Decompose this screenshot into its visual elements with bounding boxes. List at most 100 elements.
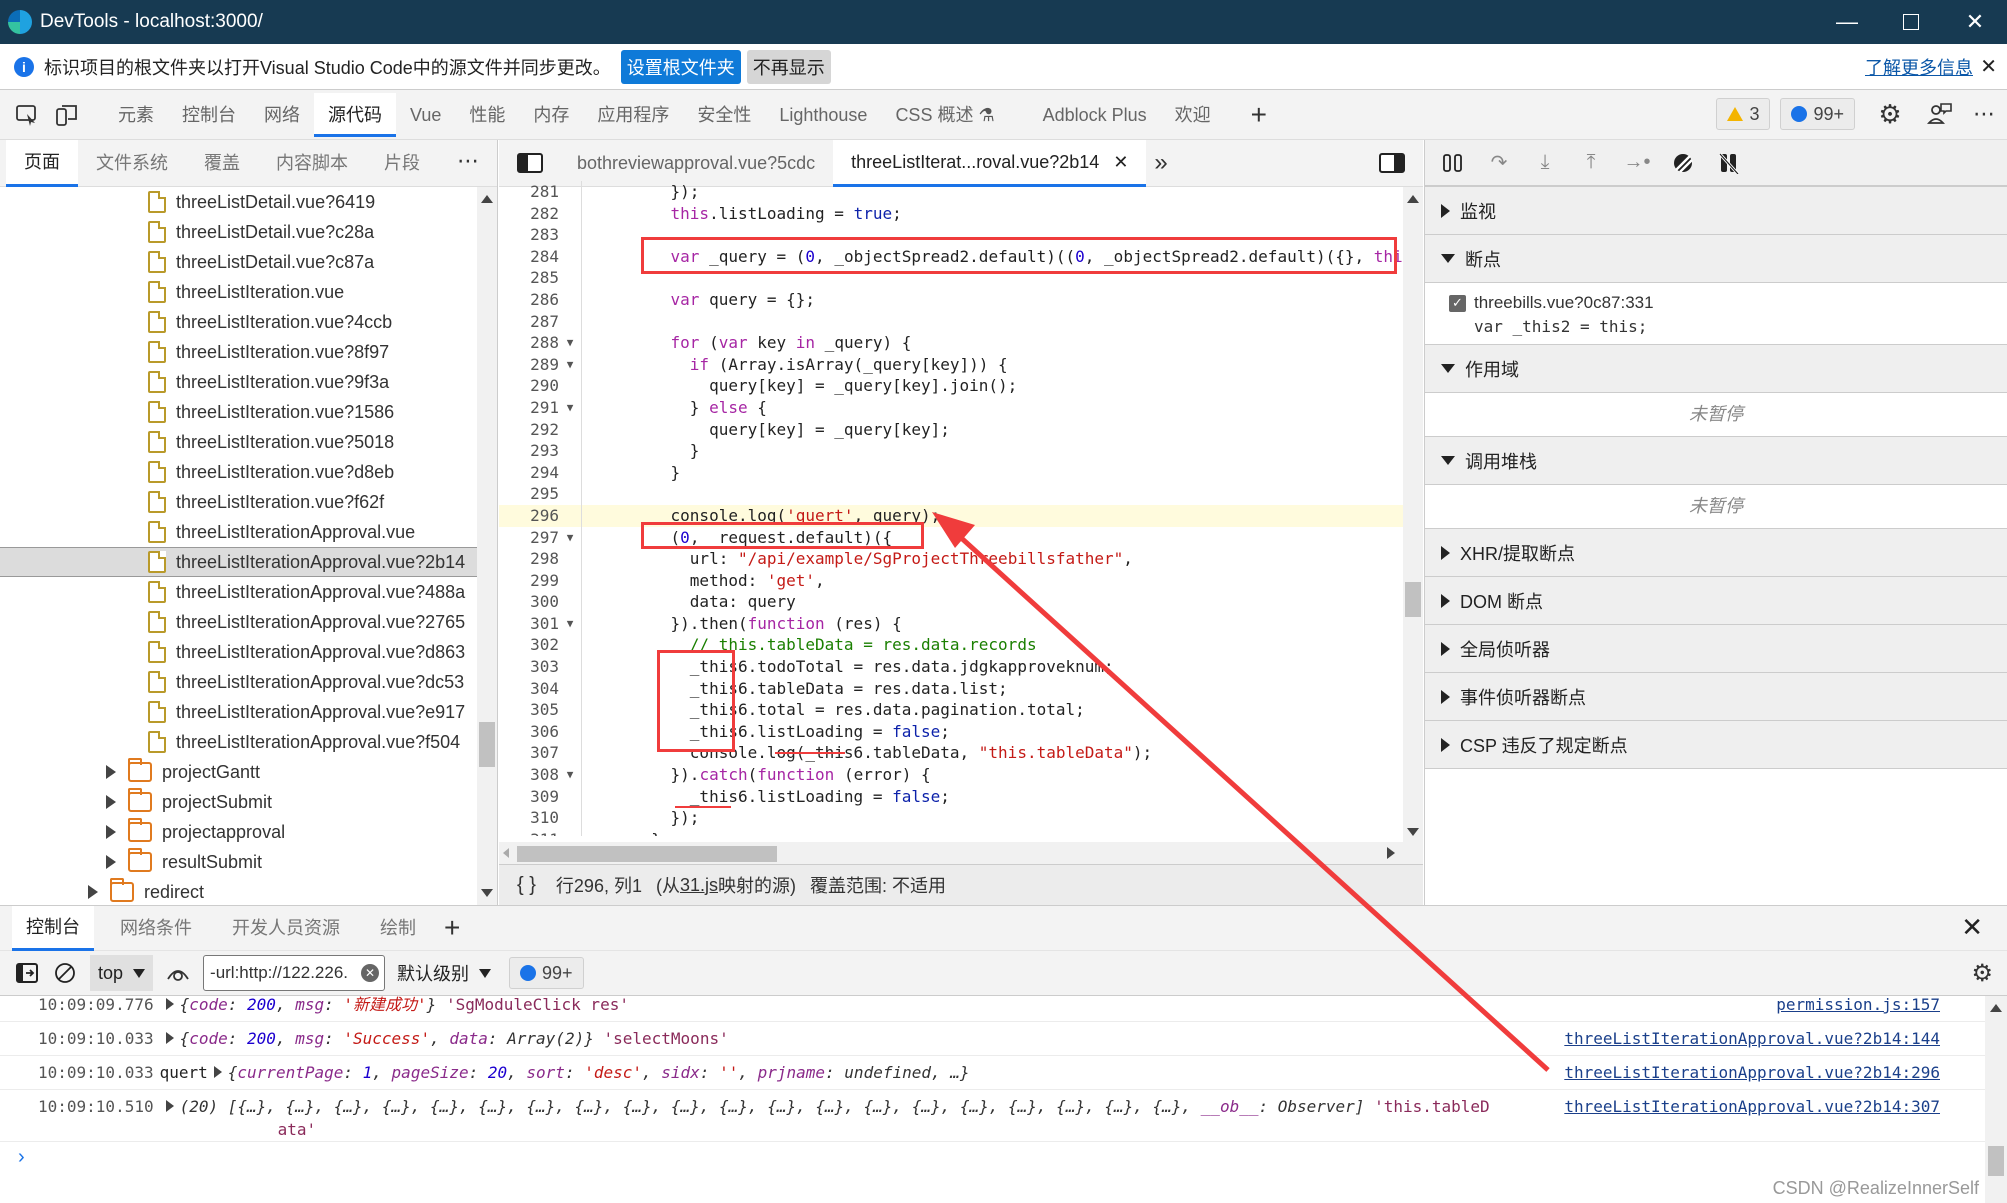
- tab-12[interactable]: 欢迎: [1161, 90, 1225, 140]
- fold-arrow-icon[interactable]: ▼: [559, 764, 581, 786]
- step-over-icon[interactable]: ↷: [1487, 151, 1511, 175]
- file-tree-item[interactable]: threeListIterationApproval.vue?2765: [0, 607, 478, 637]
- section-header-4[interactable]: XHR/提取断点: [1425, 529, 2007, 577]
- code-line[interactable]: 289 ▼ if (Array.isArray(_query[key])) {: [499, 353, 1403, 376]
- code-line[interactable]: 311 }: [499, 828, 1403, 836]
- file-tree-item[interactable]: threeListIterationApproval.vue?dc53: [0, 667, 478, 697]
- code-line[interactable]: 303 _this6.todoTotal = res.data.jdgkappr…: [499, 656, 1403, 678]
- source-link[interactable]: threeListIterationApproval.vue?2b14:307: [1554, 1090, 1940, 1123]
- close-drawer-icon[interactable]: ✕: [1961, 912, 1983, 943]
- navigator-tab-1[interactable]: 文件系统: [78, 140, 186, 187]
- console-scroll-thumb[interactable]: [1988, 1146, 2004, 1176]
- expand-arrow-icon[interactable]: [88, 885, 98, 899]
- fold-arrow-icon[interactable]: ▼: [559, 332, 581, 354]
- code-line[interactable]: 287: [499, 310, 1403, 333]
- scroll-thumb[interactable]: [479, 722, 495, 767]
- line-number[interactable]: 303: [499, 656, 559, 678]
- tab-3[interactable]: 源代码: [314, 92, 396, 137]
- line-number[interactable]: 282: [499, 203, 559, 225]
- message-object[interactable]: {currentPage: 1, pageSize: 20, sort: 'de…: [208, 1063, 970, 1082]
- line-number[interactable]: 294: [499, 462, 559, 484]
- console-message[interactable]: 10:09:09.776 {code: 200, msg: '新建成功'} 'Sg…: [0, 996, 1985, 1022]
- expand-arrow-icon[interactable]: [106, 765, 116, 779]
- mapped-source-link[interactable]: 31.js: [680, 875, 718, 896]
- source-link[interactable]: threeListIterationApproval.vue?2b14:144: [1554, 1022, 1940, 1055]
- line-number[interactable]: 281: [499, 181, 559, 203]
- editor-hscroll-thumb[interactable]: [517, 846, 777, 862]
- line-number[interactable]: 300: [499, 591, 559, 613]
- line-number[interactable]: 308: [499, 764, 559, 786]
- learn-more-link[interactable]: 了解更多信息: [1865, 54, 1973, 80]
- deactivate-breakpoints-icon[interactable]: [1671, 151, 1695, 175]
- pretty-print-icon[interactable]: { }: [517, 874, 536, 897]
- folder-tree-item[interactable]: projectapproval: [0, 817, 478, 847]
- tab-10[interactable]: CSS 概述 ⚗: [881, 90, 1008, 140]
- section-header-6[interactable]: 全局侦听器: [1425, 625, 2007, 673]
- inspect-element-icon[interactable]: [14, 102, 40, 128]
- code-line[interactable]: 283: [499, 224, 1403, 246]
- step-into-icon[interactable]: ⤓: [1533, 151, 1557, 175]
- code-line[interactable]: 291 ▼ } else {: [499, 396, 1403, 419]
- folder-tree-item[interactable]: projectSubmit: [0, 787, 478, 817]
- line-number[interactable]: 311: [499, 829, 559, 836]
- message-object[interactable]: {code: 200, msg: 'Success', data: Array(…: [160, 1029, 729, 1048]
- code-line[interactable]: 304 _this6.tableData = res.data.list;: [499, 677, 1403, 700]
- line-number[interactable]: 295: [499, 483, 559, 505]
- file-tree-item[interactable]: threeListIterationApproval.vue?f504: [0, 727, 478, 757]
- file-tree-item[interactable]: threeListIteration.vue: [0, 277, 478, 307]
- line-number[interactable]: 299: [499, 570, 559, 592]
- tab-1[interactable]: 控制台: [168, 90, 250, 140]
- code-area[interactable]: 281 }); 282 this.listLoading = true; 283 28…: [499, 181, 1403, 836]
- section-header-0[interactable]: 监视: [1425, 187, 2007, 235]
- code-line[interactable]: 310 });: [499, 807, 1403, 829]
- navigator-tab-2[interactable]: 覆盖: [186, 140, 258, 187]
- file-tree-item[interactable]: threeListIteration.vue?d8eb: [0, 457, 478, 487]
- expand-arrow-icon[interactable]: [106, 795, 116, 809]
- tab-6[interactable]: 内存: [519, 90, 583, 140]
- section-header-2[interactable]: 作用域: [1425, 345, 2007, 393]
- scroll-down-icon[interactable]: [481, 889, 493, 897]
- line-number[interactable]: 302: [499, 634, 559, 656]
- line-number[interactable]: 306: [499, 721, 559, 743]
- file-tree-item[interactable]: threeListIterationApproval.vue?2b14: [0, 547, 478, 577]
- more-options-icon[interactable]: ⋯: [1971, 101, 1997, 127]
- file-tree-item[interactable]: threeListIterationApproval.vue: [0, 517, 478, 547]
- show-sidebar-icon[interactable]: [14, 960, 40, 986]
- line-number[interactable]: 301: [499, 613, 559, 635]
- add-tab-icon[interactable]: +: [1237, 90, 1281, 140]
- line-number[interactable]: 283: [499, 224, 559, 246]
- file-tree-item[interactable]: threeListDetail.vue?c87a: [0, 247, 478, 277]
- console-filter-input[interactable]: [203, 955, 386, 991]
- maximize-button[interactable]: [1879, 0, 1943, 44]
- file-tree-item[interactable]: threeListIteration.vue?1586: [0, 397, 478, 427]
- expand-arrow-icon[interactable]: [106, 855, 116, 869]
- line-number[interactable]: 287: [499, 311, 559, 333]
- console-prompt[interactable]: ›: [0, 1142, 1985, 1172]
- file-tree-item[interactable]: threeListIterationApproval.vue?e917: [0, 697, 478, 727]
- code-line[interactable]: 290 query[key] = _query[key].join();: [499, 375, 1403, 397]
- step-icon[interactable]: →•: [1624, 151, 1651, 175]
- toggle-navigator-icon[interactable]: [517, 153, 543, 173]
- code-line[interactable]: 281 });: [499, 181, 1403, 203]
- tab-7[interactable]: 应用程序: [583, 90, 683, 140]
- close-infobar-icon[interactable]: ✕: [1980, 54, 1997, 79]
- settings-gear-icon[interactable]: ⚙: [1877, 99, 1903, 129]
- tab-2[interactable]: 网络: [250, 90, 314, 140]
- code-line[interactable]: 295: [499, 483, 1403, 505]
- console-message[interactable]: 10:09:10.033 {code: 200, msg: 'Success', …: [0, 1022, 1985, 1056]
- code-line[interactable]: 300 data: query: [499, 591, 1403, 613]
- line-number[interactable]: 307: [499, 742, 559, 764]
- tab-4[interactable]: Vue: [396, 90, 455, 140]
- file-tree-scrollbar[interactable]: [477, 187, 497, 905]
- code-line[interactable]: 284 var _query = (0, _objectSpread2.defa…: [499, 245, 1403, 268]
- code-line[interactable]: 286 var query = {};: [499, 288, 1403, 311]
- code-line[interactable]: 288 ▼ for (var key in _query) {: [499, 332, 1403, 354]
- message-body[interactable]: {code: 200, msg: '新建成功'} 'SgModuleClick …: [160, 996, 1985, 1021]
- line-number[interactable]: 291: [499, 397, 559, 419]
- pause-resume-icon[interactable]: [1441, 151, 1465, 175]
- folder-tree-item[interactable]: redirect: [0, 877, 478, 905]
- fold-arrow-icon[interactable]: ▼: [559, 354, 581, 376]
- code-line[interactable]: 292 query[key] = _query[key];: [499, 418, 1403, 441]
- code-line[interactable]: 282 this.listLoading = true;: [499, 202, 1403, 225]
- file-tree-item[interactable]: threeListIteration.vue?4ccb: [0, 307, 478, 337]
